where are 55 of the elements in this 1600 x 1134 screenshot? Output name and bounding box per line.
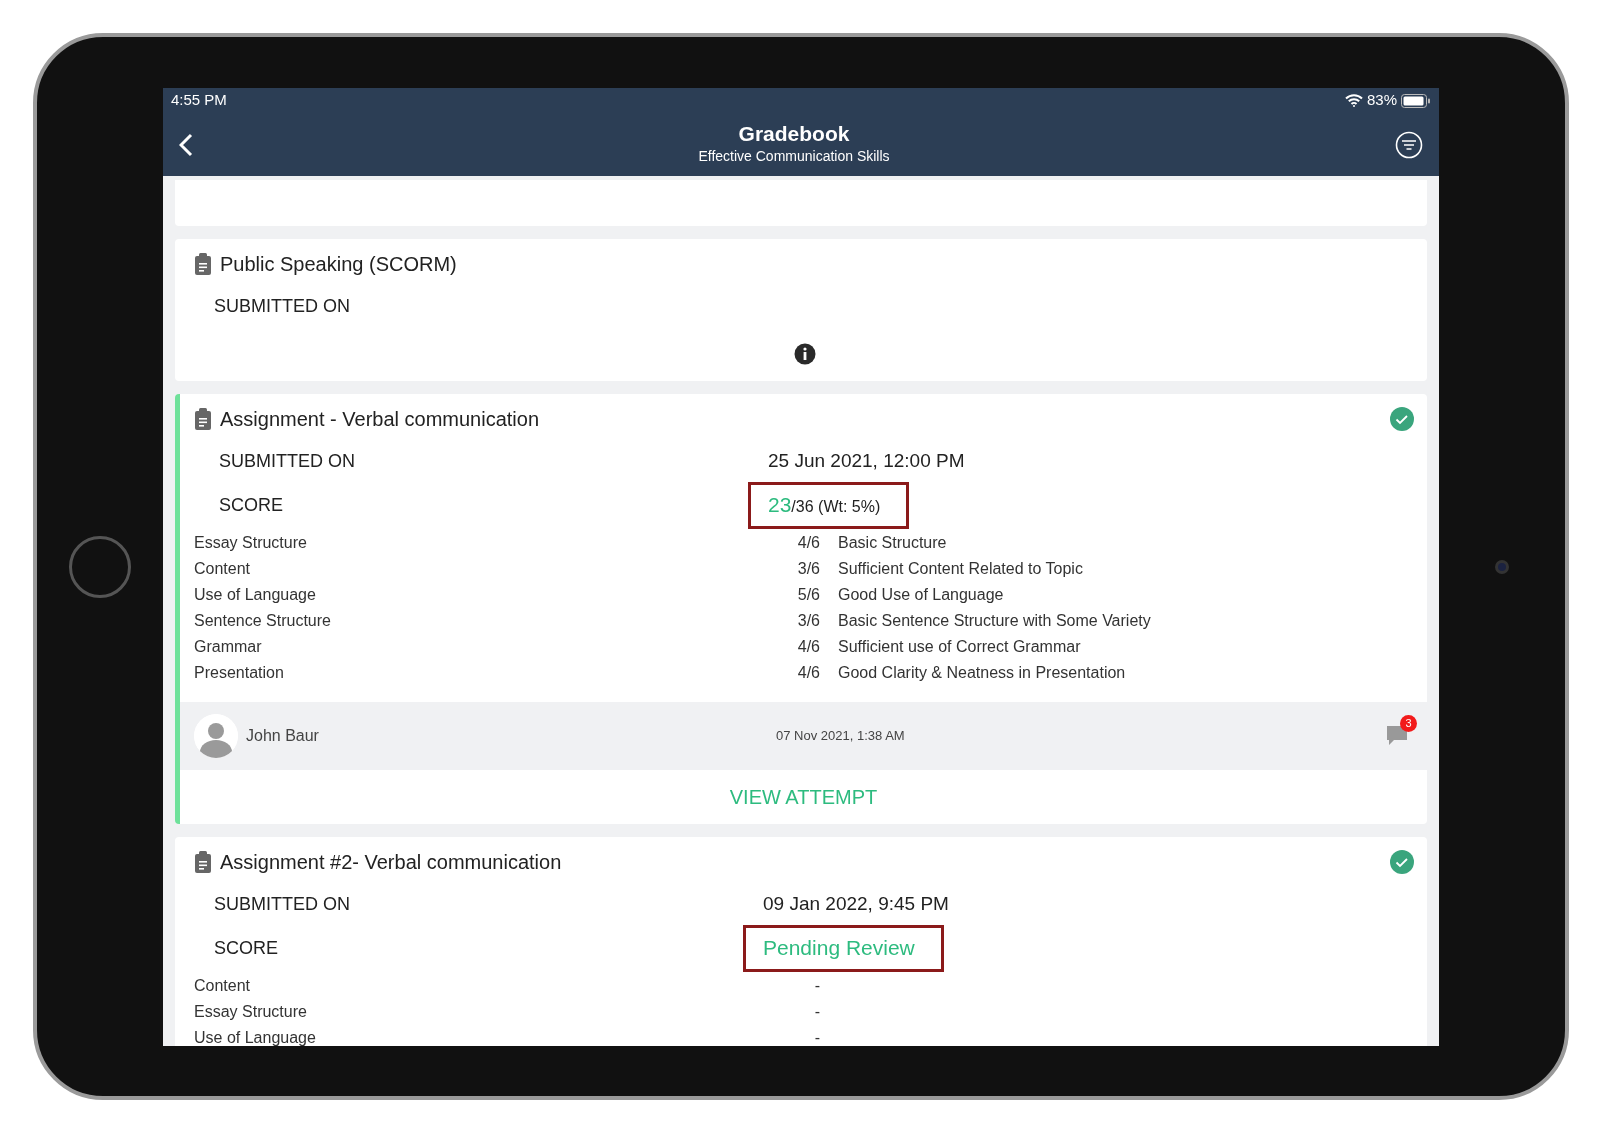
screen-subtitle: Effective Communication Skills [698, 146, 890, 166]
score-value: Pending Review [763, 935, 915, 959]
wifi-icon [1344, 94, 1363, 107]
criterion-name: Essay Structure [194, 532, 308, 553]
criterion-name: Grammar [194, 636, 263, 657]
criterion-name: Essay Structure [194, 1001, 308, 1022]
field-label: SCORE [219, 493, 284, 517]
comment-count: 3 [1400, 714, 1417, 732]
info-icon[interactable] [793, 342, 816, 365]
submitted-date: 09 Jan 2022, 9:45 PM [762, 892, 950, 917]
criterion-points: 4/6 [796, 532, 820, 553]
criterion-name: Sentence Structure [194, 610, 332, 631]
criterion-comment: Sufficient Content Related to Topic [838, 558, 1084, 579]
grader-name: John Baur [246, 725, 320, 746]
criterion-points: 5/6 [796, 584, 820, 605]
clipboard-icon [194, 252, 212, 275]
battery-icon [1401, 93, 1431, 108]
criterion-comment: Good Clarity & Neatness in Presentation [838, 662, 1127, 683]
clipboard-icon [194, 407, 212, 430]
back-icon[interactable] [179, 132, 193, 157]
field-label: SUBMITTED ON [214, 893, 351, 916]
field-label: SUBMITTED ON [214, 295, 351, 318]
criterion-points: 4/6 [796, 662, 820, 683]
submitted-date: 25 Jun 2021, 12:00 PM [767, 449, 966, 474]
field-label: SCORE [214, 936, 279, 960]
criterion-points: 3/6 [796, 558, 820, 579]
criterion-points: - [813, 1027, 820, 1046]
graded-date: 07 Nov 2021, 1:38 AM [776, 726, 905, 745]
criterion-comment: Sufficient use of Correct Grammar [838, 636, 1082, 657]
clipboard-icon [194, 850, 212, 873]
score-value: 23 [768, 492, 792, 516]
screen-title: Gradebook [737, 122, 851, 146]
criterion-comment: Good Use of Language [838, 584, 1005, 605]
filter-icon[interactable] [1395, 130, 1423, 159]
criterion-name: Content [194, 558, 252, 579]
criterion-comment: Basic Sentence Structure with Some Variety [838, 610, 1152, 631]
home-button[interactable] [69, 535, 131, 598]
activity-title: Assignment #2- Verbal communication [220, 849, 562, 875]
camera-icon [1495, 559, 1509, 574]
score-total: /36 (Wt: 5%) [791, 497, 881, 515]
criterion-name: Use of Language [194, 1027, 317, 1046]
activity-title: Public Speaking (SCORM) [220, 251, 457, 277]
status-time: 4:55 PM [171, 90, 227, 111]
criterion-points: - [813, 1001, 820, 1022]
criterion-name: Presentation [194, 662, 285, 683]
criterion-name: Content [194, 975, 252, 996]
battery-percent: 83% [1366, 90, 1397, 111]
criterion-points: - [813, 975, 820, 996]
activity-title: Assignment - Verbal communication [220, 406, 540, 432]
criterion-points: 3/6 [796, 610, 820, 631]
criterion-name: Use of Language [194, 584, 317, 605]
criterion-points: 4/6 [796, 636, 820, 657]
field-label: SUBMITTED ON [219, 450, 356, 473]
criterion-comment: Basic Structure [838, 532, 948, 553]
view-attempt-button[interactable]: VIEW ATTEMPT [180, 769, 1427, 824]
